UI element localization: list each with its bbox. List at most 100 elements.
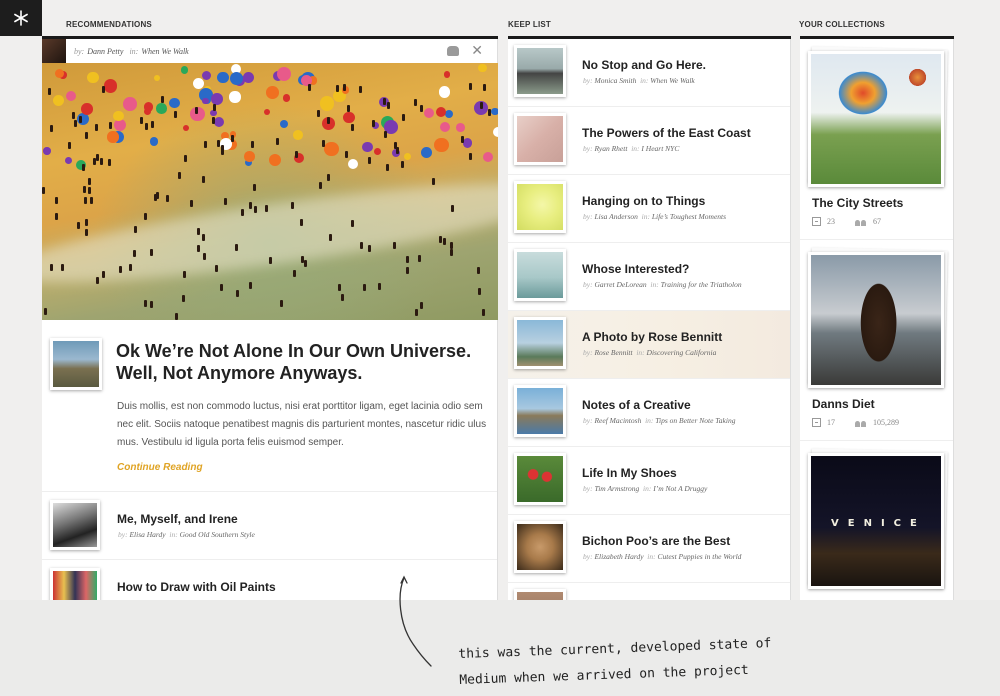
- item-collection[interactable]: Training for the Triatholon: [661, 280, 742, 289]
- item-collection[interactable]: When We Walk: [650, 76, 694, 85]
- beachgoer: [345, 151, 349, 159]
- beachgoer: [337, 284, 341, 292]
- beachgoer: [71, 111, 75, 119]
- item-author[interactable]: Lisa Anderson: [594, 212, 637, 221]
- beach-umbrella: [455, 122, 465, 132]
- close-icon[interactable]: ✕: [471, 44, 483, 58]
- beachgoer: [377, 282, 381, 290]
- item-title[interactable]: Notes of a Creative: [582, 398, 691, 412]
- list-item[interactable]: Bichon Poo’s are the Best by: Elizabeth …: [508, 515, 790, 583]
- item-meta: by: Ryan Rhett in: I Heart NYC: [583, 144, 680, 153]
- item-author[interactable]: Ryan Rhett: [594, 144, 627, 153]
- posts-icon: [812, 217, 821, 226]
- item-collection[interactable]: Life’s Toughest Moments: [652, 212, 726, 221]
- item-title[interactable]: Life In My Shoes: [582, 466, 677, 480]
- beach-umbrella: [113, 111, 124, 122]
- article-headline[interactable]: Ok We’re Not Alone In Our Own Universe. …: [116, 340, 486, 384]
- beachgoer: [235, 290, 239, 298]
- beach-umbrella: [445, 110, 454, 119]
- featured-image[interactable]: [42, 63, 498, 320]
- item-author[interactable]: Elizabeth Hardy: [594, 552, 643, 561]
- collection-card[interactable]: VENICE: [800, 441, 953, 600]
- beachgoer: [202, 253, 206, 261]
- item-collection[interactable]: I Heart NYC: [641, 144, 679, 153]
- list-item[interactable]: Whose Interested? by: Garret DeLorean in…: [508, 243, 790, 311]
- save-to-cloud-icon[interactable]: [447, 46, 460, 56]
- beachgoer: [189, 200, 193, 208]
- beachgoer: [48, 88, 52, 96]
- continue-reading-link[interactable]: Continue Reading: [117, 462, 203, 473]
- item-author[interactable]: Garret DeLorean: [594, 280, 646, 289]
- item-author[interactable]: Elisa Hardy: [129, 530, 165, 539]
- item-title[interactable]: Me, Myself, and Irene: [117, 512, 238, 526]
- item-collection[interactable]: I’m Not A Druggy: [653, 484, 707, 493]
- beachgoer: [307, 83, 311, 91]
- beach-umbrella: [434, 137, 449, 153]
- beachgoer: [405, 267, 409, 275]
- author-link[interactable]: Dann Petty: [87, 47, 123, 56]
- item-title[interactable]: Hanging on to Things: [582, 194, 705, 208]
- beach-umbrella: [269, 153, 282, 166]
- beach-umbrella: [324, 142, 339, 157]
- list-item[interactable]: No Stop and Go Here. by: Monica Smith in…: [508, 39, 790, 107]
- list-item[interactable]: Life In My Shoes by: Tim Armstrong in: I…: [508, 447, 790, 515]
- list-item[interactable]: [508, 583, 790, 600]
- collection-stats: 17 105,289: [812, 418, 899, 427]
- item-title[interactable]: How to Draw with Oil Paints: [117, 580, 276, 594]
- item-title[interactable]: No Stop and Go Here.: [582, 58, 706, 72]
- beach-umbrella: [438, 85, 451, 98]
- item-author[interactable]: Tim Armstrong: [594, 484, 639, 493]
- item-meta: by: Tim Armstrong in: I’m Not A Druggy: [583, 484, 708, 493]
- collection-title[interactable]: The City Streets: [812, 196, 903, 210]
- beachgoer: [449, 241, 453, 249]
- item-title[interactable]: Whose Interested?: [582, 262, 689, 276]
- beachgoer: [108, 121, 112, 129]
- article-thumbnail[interactable]: [50, 338, 102, 390]
- list-item[interactable]: Hanging on to Things by: Lisa Anderson i…: [508, 175, 790, 243]
- item-thumbnail: [50, 568, 100, 600]
- beach-umbrella: [201, 70, 211, 81]
- beachgoer: [368, 245, 372, 253]
- beach-umbrella: [276, 66, 292, 82]
- item-collection[interactable]: Cutest Puppies in the World: [658, 552, 742, 561]
- beachgoer: [269, 257, 273, 265]
- beachgoer: [182, 295, 186, 303]
- item-author[interactable]: Rose Bennitt: [594, 348, 632, 357]
- logo[interactable]: [0, 0, 42, 36]
- item-collection[interactable]: Discovering California: [647, 348, 717, 357]
- beach-umbrella: [217, 71, 229, 84]
- beachgoer: [55, 197, 59, 205]
- beachgoer: [328, 233, 332, 241]
- beachgoer: [194, 107, 198, 115]
- beachgoer: [346, 104, 350, 112]
- item-title[interactable]: The Powers of the East Coast: [582, 126, 751, 140]
- collection-stats: 23 67: [812, 217, 881, 226]
- item-title[interactable]: A Photo by Rose Bennitt: [582, 330, 722, 344]
- beach-umbrella: [211, 92, 223, 105]
- list-item[interactable]: The Powers of the East Coast by: Ryan Rh…: [508, 107, 790, 175]
- collection-title[interactable]: Danns Diet: [812, 397, 875, 411]
- list-item[interactable]: Notes of a Creative by: Reef Macintosh i…: [508, 379, 790, 447]
- beach-umbrella: [282, 94, 291, 103]
- beachgoer: [144, 213, 147, 221]
- list-item[interactable]: Me, Myself, and Irene by: Elisa Hardy in…: [42, 492, 497, 560]
- collection-link[interactable]: When We Walk: [141, 47, 188, 56]
- beachgoer: [469, 83, 473, 91]
- beachgoer: [417, 254, 421, 262]
- author-avatar[interactable]: [42, 39, 66, 63]
- beachgoer: [153, 194, 157, 202]
- beachgoer: [442, 237, 446, 245]
- list-item-highlighted[interactable]: A Photo by Rose Bennitt by: Rose Bennitt…: [508, 311, 790, 379]
- item-collection[interactable]: Good Old Southern Style: [180, 530, 255, 539]
- beachgoer: [221, 145, 225, 153]
- collection-card[interactable]: The City Streets 23 67: [800, 39, 953, 240]
- beachgoer: [202, 175, 206, 183]
- item-author[interactable]: Monica Smith: [594, 76, 636, 85]
- item-title[interactable]: Bichon Poo’s are the Best: [582, 534, 730, 548]
- beachgoer: [129, 264, 133, 272]
- item-author[interactable]: Reef Macintosh: [594, 416, 641, 425]
- annotation-arrow: [399, 575, 432, 667]
- beachgoer: [223, 198, 227, 206]
- collection-card[interactable]: Danns Diet 17 105,289: [800, 240, 953, 441]
- item-collection[interactable]: Tips on Better Note Taking: [655, 416, 735, 425]
